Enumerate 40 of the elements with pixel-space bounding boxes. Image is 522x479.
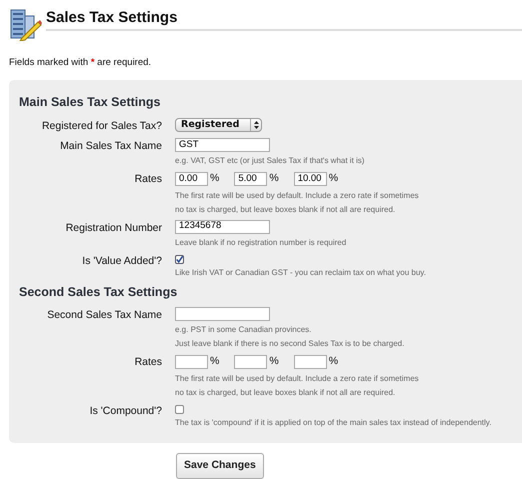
percent-sign: % bbox=[269, 170, 279, 186]
rate-input[interactable]: 10.00 bbox=[294, 172, 327, 186]
field-label: Registered for Sales Tax? bbox=[40, 119, 162, 134]
checkbox[interactable] bbox=[175, 254, 184, 264]
percent-sign: % bbox=[328, 170, 338, 186]
percent-sign: % bbox=[269, 354, 279, 370]
percent-sign: % bbox=[328, 354, 338, 370]
field-label: Registration Number bbox=[64, 220, 162, 236]
text-input[interactable]: 12345678 bbox=[175, 220, 270, 234]
section-heading: Main Sales Tax Settings bbox=[19, 94, 162, 112]
help-text: e.g. PST in some Canadian provinces. Just leave blank if there is no second Sales Tax is to be charged. bbox=[175, 324, 406, 350]
field-label: Second Sales Tax Name bbox=[46, 308, 162, 324]
percent-sign: % bbox=[210, 170, 220, 186]
save-button[interactable]: Save Changes bbox=[176, 453, 264, 479]
field-label: Is 'Value Added'? bbox=[81, 254, 162, 268]
field-label: Rates bbox=[134, 172, 162, 187]
rate-input[interactable] bbox=[234, 355, 268, 370]
text-input[interactable] bbox=[175, 307, 270, 322]
registration-select[interactable]: Registered bbox=[175, 118, 262, 132]
checkbox[interactable] bbox=[175, 405, 184, 414]
help-text: Leave blank if no registration number is required bbox=[175, 236, 348, 249]
help-text: The tax is 'compound' if it is applied on top of the main sales tax instead of independently. bbox=[175, 417, 492, 429]
required-note: Fields marked with * are required. bbox=[9, 56, 152, 70]
rate-input[interactable]: 5.00 bbox=[234, 172, 268, 186]
up-down-arrows-icon bbox=[254, 121, 258, 129]
section-heading: Second Sales Tax Settings bbox=[19, 284, 178, 301]
field-label: Rates bbox=[134, 355, 162, 370]
help-text: e.g. VAT, GST etc (or just Sales Tax if that's what it is) bbox=[175, 154, 366, 167]
text-input[interactable]: GST bbox=[175, 138, 270, 152]
page-title: Sales Tax Settings bbox=[46, 10, 178, 28]
rate-input[interactable] bbox=[294, 355, 327, 370]
field-label: Is 'Compound'? bbox=[88, 404, 162, 419]
percent-sign: % bbox=[210, 354, 220, 370]
rate-input[interactable] bbox=[175, 355, 208, 370]
help-text: Like Irish VAT or Canadian GST - you can reclaim tax on what you buy. bbox=[175, 266, 427, 279]
field-label: Main Sales Tax Name bbox=[59, 138, 162, 154]
help-text: The first rate will be used by default. Include a zero rate if sometimes no tax is charged, but leave boxes blank if not all are required. bbox=[175, 190, 420, 216]
rate-input[interactable]: 0.00 bbox=[175, 172, 208, 186]
building-pencil-icon bbox=[8, 7, 42, 41]
help-text: The first rate will be used by default. Include a zero rate if sometimes no tax is charged, but leave boxes blank if not all are required. bbox=[175, 373, 420, 399]
